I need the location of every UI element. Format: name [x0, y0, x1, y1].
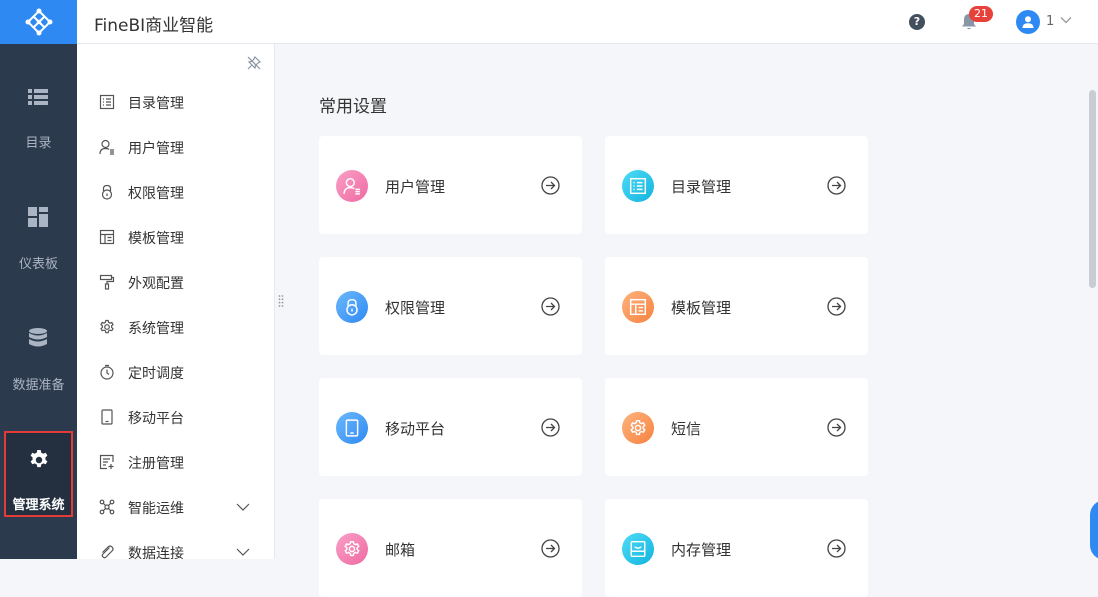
gear-icon [336, 533, 368, 565]
template-icon [622, 291, 654, 323]
notification-badge: 21 [969, 6, 993, 22]
card-label: 移动平台 [385, 420, 446, 438]
submenu-item-data-connection[interactable]: 数据连接 [77, 532, 274, 572]
gear-icon [30, 450, 48, 468]
main-content: 常用设置 用户管理 目录管理 权限管理 模板管理 移动平台 短信 邮箱 内存管理 [276, 44, 1098, 597]
nav-item-dashboard[interactable]: 仪表板 [0, 165, 77, 272]
user-icon [99, 139, 114, 155]
nav-label: 数据准备 [12, 378, 65, 393]
catalog-icon [99, 94, 115, 110]
top-header: FineBI商业智能 ? 21 1 [77, 0, 1098, 44]
card-memory-management[interactable]: 内存管理 [605, 499, 868, 597]
submenu-label: 数据连接 [128, 546, 184, 562]
admin-submenu: 目录管理 用户管理 权限管理 模板管理 外观配置 系统管理 定时调度 移动平台 … [77, 44, 275, 562]
card-label: 模板管理 [671, 299, 732, 317]
app-logo[interactable] [0, 0, 77, 44]
nav-item-catalog[interactable]: 目录 [0, 44, 77, 151]
gear-icon [622, 412, 654, 444]
memory-icon [622, 533, 654, 565]
submenu-item-ops[interactable]: 智能运维 [77, 487, 274, 527]
submenu-item-user[interactable]: 用户管理 [77, 127, 274, 167]
lock-icon [336, 291, 368, 323]
submenu-label: 权限管理 [128, 186, 184, 202]
card-template-management[interactable]: 模板管理 [605, 257, 868, 355]
nav-label: 管理系统 [12, 498, 65, 513]
card-permission-management[interactable]: 权限管理 [319, 257, 582, 355]
dashboard-icon [28, 207, 48, 227]
card-label: 短信 [671, 420, 702, 438]
lock-icon [101, 184, 113, 200]
submenu-label: 用户管理 [128, 141, 184, 157]
submenu-item-system[interactable]: 系统管理 [77, 307, 274, 347]
submenu-item-catalog[interactable]: 目录管理 [77, 82, 274, 122]
arrow-right-circle-icon [541, 539, 560, 558]
submenu-item-register[interactable]: 注册管理 [77, 442, 274, 482]
submenu-label: 智能运维 [128, 501, 184, 517]
nav-label: 目录 [25, 136, 52, 151]
chevron-down-icon[interactable] [235, 502, 251, 512]
primary-nav: 目录 仪表板 数据准备 管理系统 [0, 44, 77, 559]
card-label: 权限管理 [385, 299, 446, 317]
help-icon[interactable]: ? [909, 14, 925, 30]
timer-icon [100, 364, 114, 380]
submenu-item-template[interactable]: 模板管理 [77, 217, 274, 257]
gear-icon [100, 319, 114, 334]
arrow-right-circle-icon [827, 297, 846, 316]
submenu-label: 模板管理 [128, 231, 184, 247]
ops-icon [99, 499, 115, 515]
floating-help-button[interactable] [1090, 500, 1098, 560]
finebi-logo-icon [25, 8, 52, 36]
submenu-label: 外观配置 [128, 276, 184, 292]
submenu-label: 系统管理 [128, 321, 184, 337]
arrow-right-circle-icon [827, 539, 846, 558]
user-name[interactable]: 1 [1046, 14, 1054, 29]
arrow-right-circle-icon [827, 176, 846, 195]
card-mobile-platform[interactable]: 移动平台 [319, 378, 582, 476]
submenu-item-appearance[interactable]: 外观配置 [77, 262, 274, 302]
user-menu-chevron-down-icon[interactable] [1059, 13, 1073, 27]
card-catalog-management[interactable]: 目录管理 [605, 136, 868, 234]
app-title: FineBI商业智能 [94, 16, 214, 36]
mobile-icon [101, 409, 113, 425]
arrow-right-circle-icon [541, 297, 560, 316]
user-avatar-icon[interactable] [1016, 10, 1040, 34]
card-label: 内存管理 [671, 541, 732, 559]
link-icon [101, 545, 114, 559]
submenu-item-permission[interactable]: 权限管理 [77, 172, 274, 212]
card-user-management[interactable]: 用户管理 [319, 136, 582, 234]
submenu-item-mobile[interactable]: 移动平台 [77, 397, 274, 437]
user-icon [336, 170, 368, 202]
database-icon [29, 328, 47, 347]
pin-icon[interactable] [246, 55, 262, 71]
submenu-label: 目录管理 [128, 96, 184, 112]
nav-item-data-prep[interactable]: 数据准备 [0, 286, 77, 393]
vertical-scrollbar[interactable] [1089, 90, 1096, 288]
template-icon [99, 229, 115, 245]
brush-icon [99, 274, 115, 290]
submenu-label: 移动平台 [128, 411, 184, 427]
arrow-right-circle-icon [541, 176, 560, 195]
arrow-right-circle-icon [541, 418, 560, 437]
nav-label: 仪表板 [18, 257, 58, 272]
catalog-icon [622, 170, 654, 202]
mobile-icon [336, 412, 368, 444]
card-label: 用户管理 [385, 178, 446, 196]
submenu-label: 注册管理 [128, 456, 184, 472]
card-mailbox[interactable]: 邮箱 [319, 499, 582, 597]
list-icon [28, 89, 48, 105]
section-title: 常用设置 [319, 97, 387, 117]
card-sms[interactable]: 短信 [605, 378, 868, 476]
nav-item-admin-system[interactable]: 管理系统 [4, 431, 73, 517]
submenu-label: 定时调度 [128, 366, 184, 382]
register-icon [99, 454, 114, 470]
arrow-right-circle-icon [827, 418, 846, 437]
chevron-down-icon[interactable] [235, 547, 251, 557]
card-label: 目录管理 [671, 178, 732, 196]
submenu-item-schedule[interactable]: 定时调度 [77, 352, 274, 392]
card-label: 邮箱 [385, 541, 416, 559]
